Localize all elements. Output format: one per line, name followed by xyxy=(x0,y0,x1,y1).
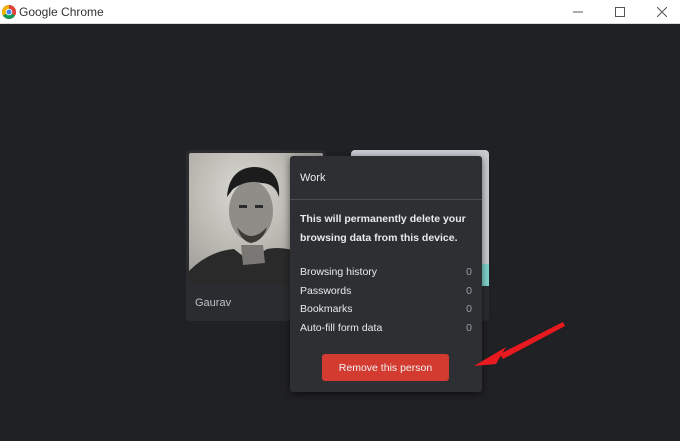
stat-row-bookmarks: Bookmarks 0 xyxy=(300,300,472,319)
window-title: Google Chrome xyxy=(19,5,104,19)
stat-row-browsing-history: Browsing history 0 xyxy=(300,263,472,282)
stat-row-passwords: Passwords 0 xyxy=(300,282,472,301)
close-icon xyxy=(657,7,667,17)
title-bar: Google Chrome xyxy=(0,0,680,24)
stat-label: Bookmarks xyxy=(300,303,353,315)
stat-label: Browsing history xyxy=(300,266,378,278)
stat-value: 0 xyxy=(466,284,472,297)
browsing-data-stats: Browsing history 0 Passwords 0 Bookmarks… xyxy=(300,263,472,337)
dialog-profile-name: Work xyxy=(300,172,326,184)
stat-value: 0 xyxy=(466,303,472,315)
chrome-logo-icon xyxy=(2,5,16,19)
close-button[interactable] xyxy=(640,0,680,24)
minimize-button[interactable] xyxy=(556,0,600,24)
stat-label: Passwords xyxy=(300,284,352,297)
stat-value: 0 xyxy=(466,266,472,278)
minimize-icon xyxy=(573,11,583,13)
maximize-button[interactable] xyxy=(598,0,642,24)
dialog-divider xyxy=(290,199,482,200)
dialog-warning: This will permanently delete your browsi… xyxy=(300,213,466,244)
stat-row-autofill: Auto-fill form data 0 xyxy=(300,319,472,338)
remove-profile-dialog: Work This will permanently delete your b… xyxy=(290,156,482,392)
remove-this-person-button[interactable]: Remove this person xyxy=(322,354,449,381)
profile-name: Gaurav xyxy=(195,297,232,309)
maximize-icon xyxy=(615,7,625,17)
stat-label: Auto-fill form data xyxy=(300,321,383,334)
red-arrow-icon xyxy=(474,322,565,366)
